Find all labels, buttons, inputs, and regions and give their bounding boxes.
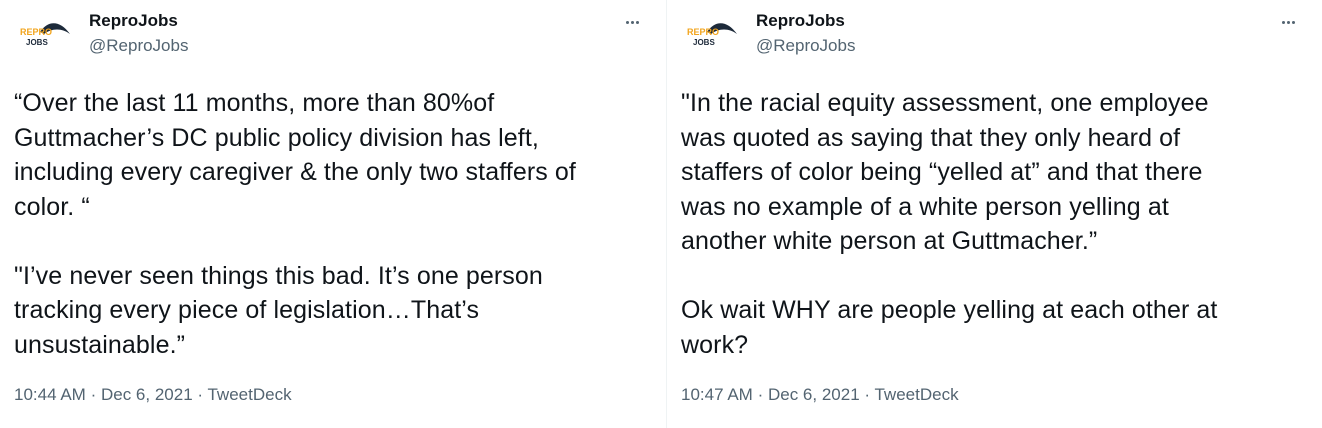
separator: · <box>757 385 764 404</box>
tweet-source-link[interactable]: TweetDeck <box>207 385 291 404</box>
avatar[interactable]: REPRO JOBS <box>18 18 72 54</box>
tweet-metadata: 10:44 AM · Dec 6, 2021 · TweetDeck <box>14 384 292 406</box>
logo-text-top: REPRO <box>687 27 719 37</box>
reprojobs-logo-icon: REPRO JOBS <box>687 23 737 47</box>
logo-text-top: REPRO <box>20 27 52 37</box>
tweet-time: 10:47 AM <box>681 385 753 404</box>
separator: · <box>197 385 204 404</box>
user-handle[interactable]: @ReproJobs <box>756 36 855 56</box>
author-info: ReproJobs @ReproJobs <box>89 11 188 56</box>
reprojobs-logo-icon: REPRO JOBS <box>20 23 70 47</box>
tweet-header: REPRO JOBS ReproJobs @ReproJobs <box>683 10 1306 58</box>
more-horizontal-icon <box>1281 20 1285 24</box>
tweet-card[interactable]: REPRO JOBS ReproJobs @ReproJobs “Over th… <box>0 0 666 428</box>
tweet-date: Dec 6, 2021 <box>767 385 860 404</box>
more-options-button[interactable] <box>1274 10 1302 34</box>
tweet-card[interactable]: REPRO JOBS ReproJobs @ReproJobs "In the … <box>667 0 1322 428</box>
display-name[interactable]: ReproJobs <box>89 11 188 31</box>
tweet-date: Dec 6, 2021 <box>100 385 193 404</box>
display-name[interactable]: ReproJobs <box>756 11 855 31</box>
more-options-button[interactable] <box>618 10 646 34</box>
tweet-time: 10:44 AM <box>14 385 86 404</box>
tweet-metadata: 10:47 AM · Dec 6, 2021 · TweetDeck <box>681 384 959 406</box>
tweet-text: "In the racial equity assessment, one em… <box>681 89 1218 359</box>
logo-text-bottom: JOBS <box>693 38 715 47</box>
author-info: ReproJobs @ReproJobs <box>756 11 855 56</box>
avatar[interactable]: REPRO JOBS <box>685 18 739 54</box>
tweet-time-link[interactable]: 10:44 AM · Dec 6, 2021 <box>14 385 193 404</box>
logo-text-bottom: JOBS <box>26 38 48 47</box>
tweet-header: REPRO JOBS ReproJobs @ReproJobs <box>16 10 650 58</box>
tweet-text: “Over the last 11 months, more than 80%o… <box>14 89 576 359</box>
tweet-source-link[interactable]: TweetDeck <box>874 385 958 404</box>
separator: · <box>90 385 97 404</box>
user-handle[interactable]: @ReproJobs <box>89 36 188 56</box>
more-horizontal-icon <box>625 20 629 24</box>
separator: · <box>864 385 871 404</box>
tweet-time-link[interactable]: 10:47 AM · Dec 6, 2021 <box>681 385 860 404</box>
